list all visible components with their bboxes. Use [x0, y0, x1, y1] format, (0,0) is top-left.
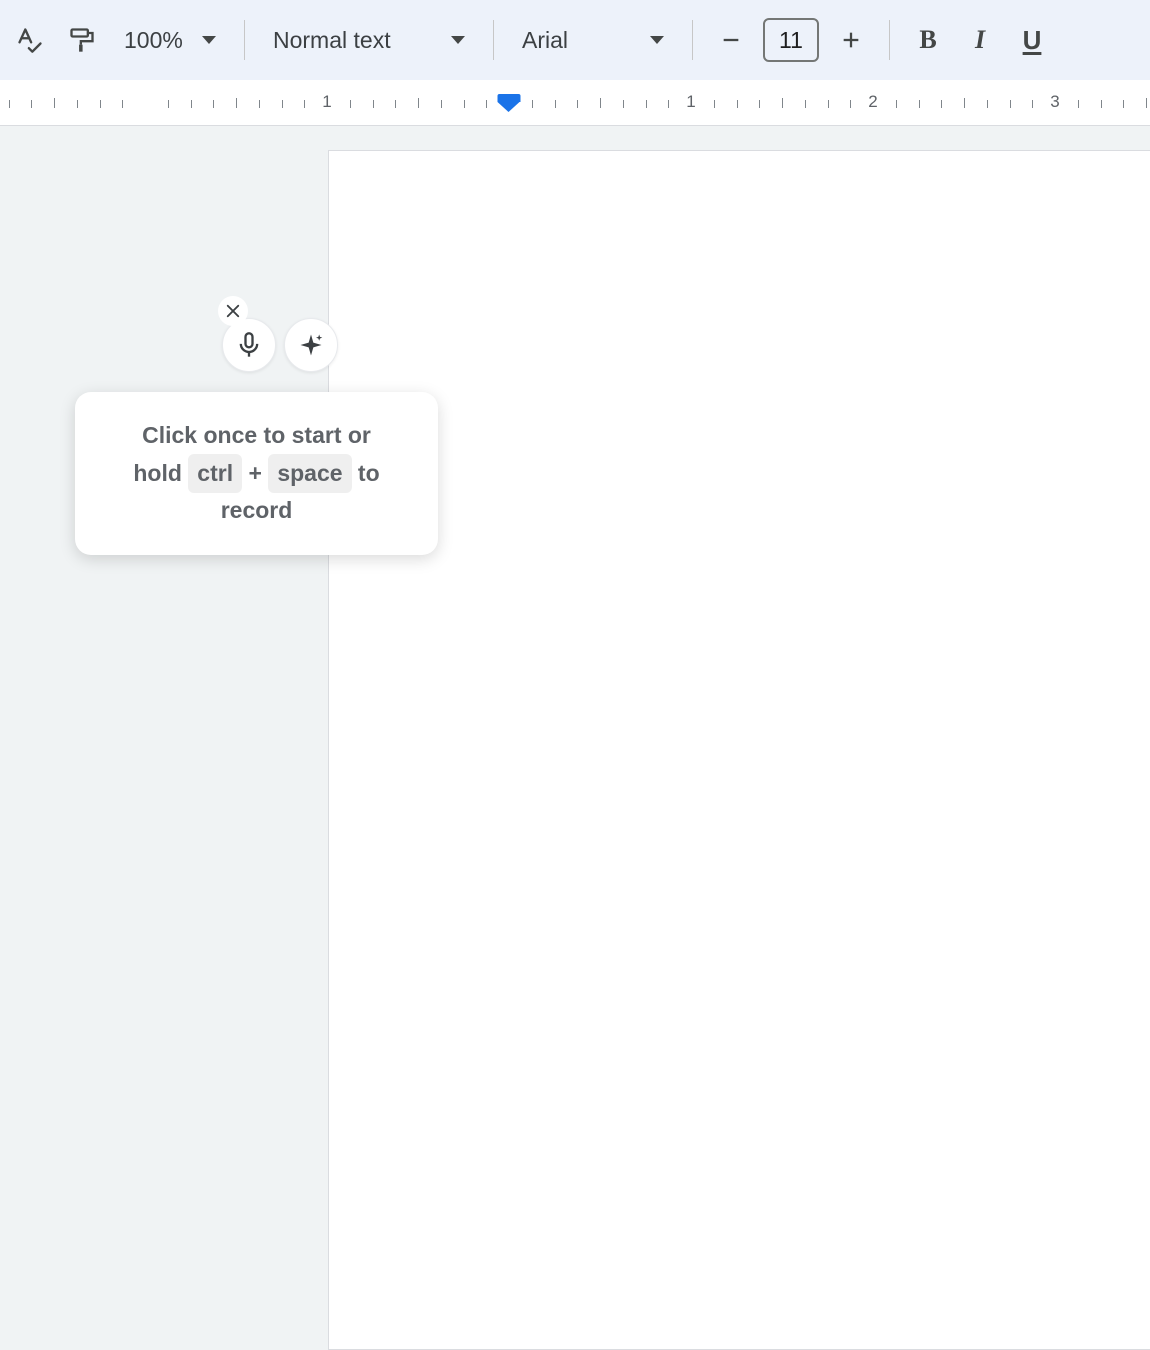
chevron-down-icon: [650, 36, 664, 44]
bold-button[interactable]: B: [904, 16, 952, 64]
close-voice-button[interactable]: [218, 296, 248, 326]
ai-sparkle-button[interactable]: [284, 318, 338, 372]
paragraph-style-dropdown[interactable]: Normal text: [259, 16, 479, 64]
toolbar-separator: [244, 20, 245, 60]
document-page[interactable]: [328, 150, 1150, 1350]
paint-roller-icon: [68, 26, 96, 54]
chevron-down-icon: [202, 36, 216, 44]
paragraph-style-label: Normal text: [273, 27, 391, 54]
minus-icon: [720, 29, 742, 51]
increase-font-size-button[interactable]: [827, 16, 875, 64]
font-size-group: [707, 16, 875, 64]
first-line-indent-marker[interactable]: [498, 94, 521, 112]
font-size-input[interactable]: [763, 18, 819, 62]
tooltip-line1: Click once to start or: [97, 418, 416, 454]
kbd-ctrl: ctrl: [188, 454, 242, 494]
ruler-number: 1: [322, 92, 331, 112]
bold-icon: B: [919, 25, 936, 55]
voice-tooltip: Click once to start or hold ctrl + space…: [75, 392, 438, 555]
voice-typing-widget: [222, 318, 338, 372]
sparkle-icon: [297, 331, 325, 359]
microphone-icon: [235, 331, 263, 359]
tooltip-line2: hold ctrl + space to record: [97, 454, 416, 529]
toolbar-separator: [692, 20, 693, 60]
microphone-button[interactable]: [222, 318, 276, 372]
horizontal-ruler[interactable]: 1 1 2 3: [0, 80, 1150, 126]
zoom-dropdown[interactable]: 100%: [110, 16, 230, 64]
document-surface: [0, 126, 1150, 1162]
italic-icon: I: [975, 25, 985, 55]
spellcheck-button[interactable]: [6, 16, 54, 64]
chevron-down-icon: [451, 36, 465, 44]
font-family-label: Arial: [522, 27, 568, 54]
zoom-label: 100%: [124, 27, 183, 54]
italic-button[interactable]: I: [956, 16, 1004, 64]
close-icon: [224, 302, 242, 320]
paint-format-button[interactable]: [58, 16, 106, 64]
toolbar-separator: [493, 20, 494, 60]
toolbar: 100% Normal text Arial B I U: [0, 0, 1150, 80]
kbd-space: space: [268, 454, 351, 494]
underline-icon: U: [1023, 25, 1042, 56]
spellcheck-icon: [16, 26, 44, 54]
toolbar-separator: [889, 20, 890, 60]
underline-button[interactable]: U: [1008, 16, 1056, 64]
ruler-number: 3: [1050, 92, 1059, 112]
ruler-number: 1: [686, 92, 695, 112]
ruler-number: 2: [868, 92, 877, 112]
font-family-dropdown[interactable]: Arial: [508, 16, 678, 64]
decrease-font-size-button[interactable]: [707, 16, 755, 64]
plus-icon: [840, 29, 862, 51]
